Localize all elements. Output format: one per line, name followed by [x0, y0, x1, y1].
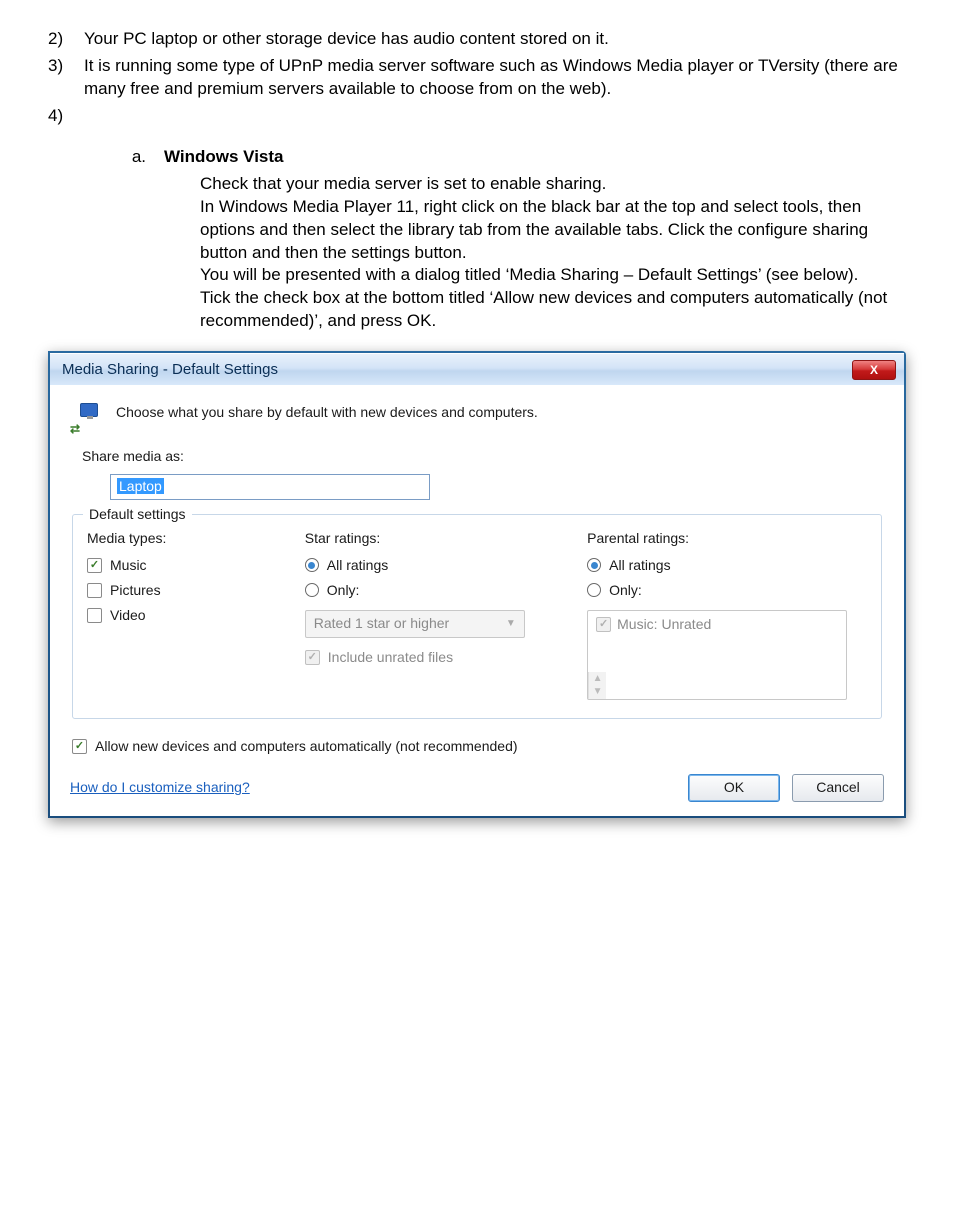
dialog-intro-text: Choose what you share by default with ne… [116, 403, 538, 422]
dialog-title-bar[interactable]: Media Sharing - Default Settings X [50, 353, 904, 385]
chevron-down-icon: ▼ [506, 617, 516, 631]
star-all-radio-row[interactable]: All ratings [305, 556, 563, 575]
radio-label: All ratings [327, 556, 388, 575]
paragraph: In Windows Media Player 11, right click … [200, 196, 906, 265]
radio-icon [587, 583, 601, 597]
media-types-column: Media types: Music Pictures Video [87, 529, 281, 700]
checkbox-icon [596, 617, 611, 632]
checkbox-icon [72, 739, 87, 754]
list-text [84, 105, 906, 128]
share-as-label: Share media as: [82, 447, 884, 466]
video-checkbox-row[interactable]: Video [87, 606, 281, 625]
star-only-radio-row[interactable]: Only: [305, 581, 563, 600]
star-ratings-column: Star ratings: All ratings Only: Rated 1 … [305, 529, 563, 700]
music-checkbox-row[interactable]: Music [87, 556, 281, 575]
include-unrated-row: Include unrated files [305, 648, 563, 667]
parental-only-radio-row[interactable]: Only: [587, 581, 867, 600]
list-text: It is running some type of UPnP media se… [84, 55, 906, 101]
share-as-value: Laptop [117, 478, 164, 494]
dialog-intro-row: ⇄ Choose what you share by default with … [70, 403, 884, 435]
sublist-title: Windows Vista [164, 146, 284, 169]
radio-label: Only: [327, 581, 360, 600]
list-text: Your PC laptop or other storage device h… [84, 28, 906, 51]
button-label: Cancel [816, 778, 860, 797]
close-icon: X [870, 362, 878, 378]
paragraph: You will be presented with a dialog titl… [200, 264, 906, 287]
media-share-icon: ⇄ [70, 403, 102, 435]
dialog-bottom-row: How do I customize sharing? OK Cancel [70, 774, 884, 802]
button-label: OK [724, 778, 744, 797]
checkbox-label: Include unrated files [328, 648, 453, 667]
group-legend: Default settings [83, 505, 192, 524]
checkbox-label: Video [110, 606, 146, 625]
radio-label: Only: [609, 581, 642, 600]
checkbox-icon [305, 650, 320, 665]
close-button[interactable]: X [852, 360, 896, 380]
list-number: 3) [48, 55, 84, 101]
list-item-2: 2) Your PC laptop or other storage devic… [48, 28, 906, 51]
radio-label: All ratings [609, 556, 670, 575]
parental-ratings-column: Parental ratings: All ratings Only: [587, 529, 867, 700]
list-item-4: 4) [48, 105, 906, 128]
share-as-input[interactable]: Laptop [110, 474, 430, 500]
checkbox-icon [87, 608, 102, 623]
dialog-title: Media Sharing - Default Settings [62, 360, 852, 380]
cancel-button[interactable]: Cancel [792, 774, 884, 802]
help-link[interactable]: How do I customize sharing? [70, 778, 250, 797]
checkbox-label: Music [110, 556, 147, 575]
parental-ratings-heading: Parental ratings: [587, 529, 867, 548]
dialog-window: Media Sharing - Default Settings X ⇄ Cho… [48, 351, 906, 817]
scroll-up-icon: ▲ [593, 672, 603, 686]
allow-new-devices-row[interactable]: Allow new devices and computers automati… [72, 737, 884, 756]
paragraph: Tick the check box at the bottom titled … [200, 287, 906, 333]
star-rating-combo: Rated 1 star or higher ▼ [305, 610, 525, 638]
scroll-down-icon: ▼ [593, 685, 603, 699]
media-types-heading: Media types: [87, 529, 281, 548]
checkbox-icon [87, 583, 102, 598]
star-ratings-heading: Star ratings: [305, 529, 563, 548]
sublist-body: Check that your media server is set to e… [200, 173, 906, 334]
list-item-label: Music: Unrated [617, 615, 711, 634]
list-number: 2) [48, 28, 84, 51]
default-settings-group: Default settings Media types: Music Pict… [72, 514, 882, 719]
parental-ratings-list: Music: Unrated ▲ ▼ [587, 610, 847, 700]
radio-icon [305, 583, 319, 597]
combo-value: Rated 1 star or higher [314, 614, 449, 633]
radio-icon [587, 558, 601, 572]
dialog-body: ⇄ Choose what you share by default with … [50, 385, 904, 815]
checkbox-label: Allow new devices and computers automati… [95, 737, 518, 756]
parental-all-radio-row[interactable]: All ratings [587, 556, 867, 575]
sublist-item-a: a. Windows Vista [48, 146, 906, 169]
list-item-3: 3) It is running some type of UPnP media… [48, 55, 906, 101]
sublist-id: a. [48, 146, 164, 169]
ok-button[interactable]: OK [688, 774, 780, 802]
paragraph: Check that your media server is set to e… [200, 173, 906, 196]
checkbox-icon [87, 558, 102, 573]
pictures-checkbox-row[interactable]: Pictures [87, 581, 281, 600]
scrollbar: ▲ ▼ [588, 672, 606, 699]
checkbox-label: Pictures [110, 581, 161, 600]
list-number: 4) [48, 105, 84, 128]
radio-icon [305, 558, 319, 572]
